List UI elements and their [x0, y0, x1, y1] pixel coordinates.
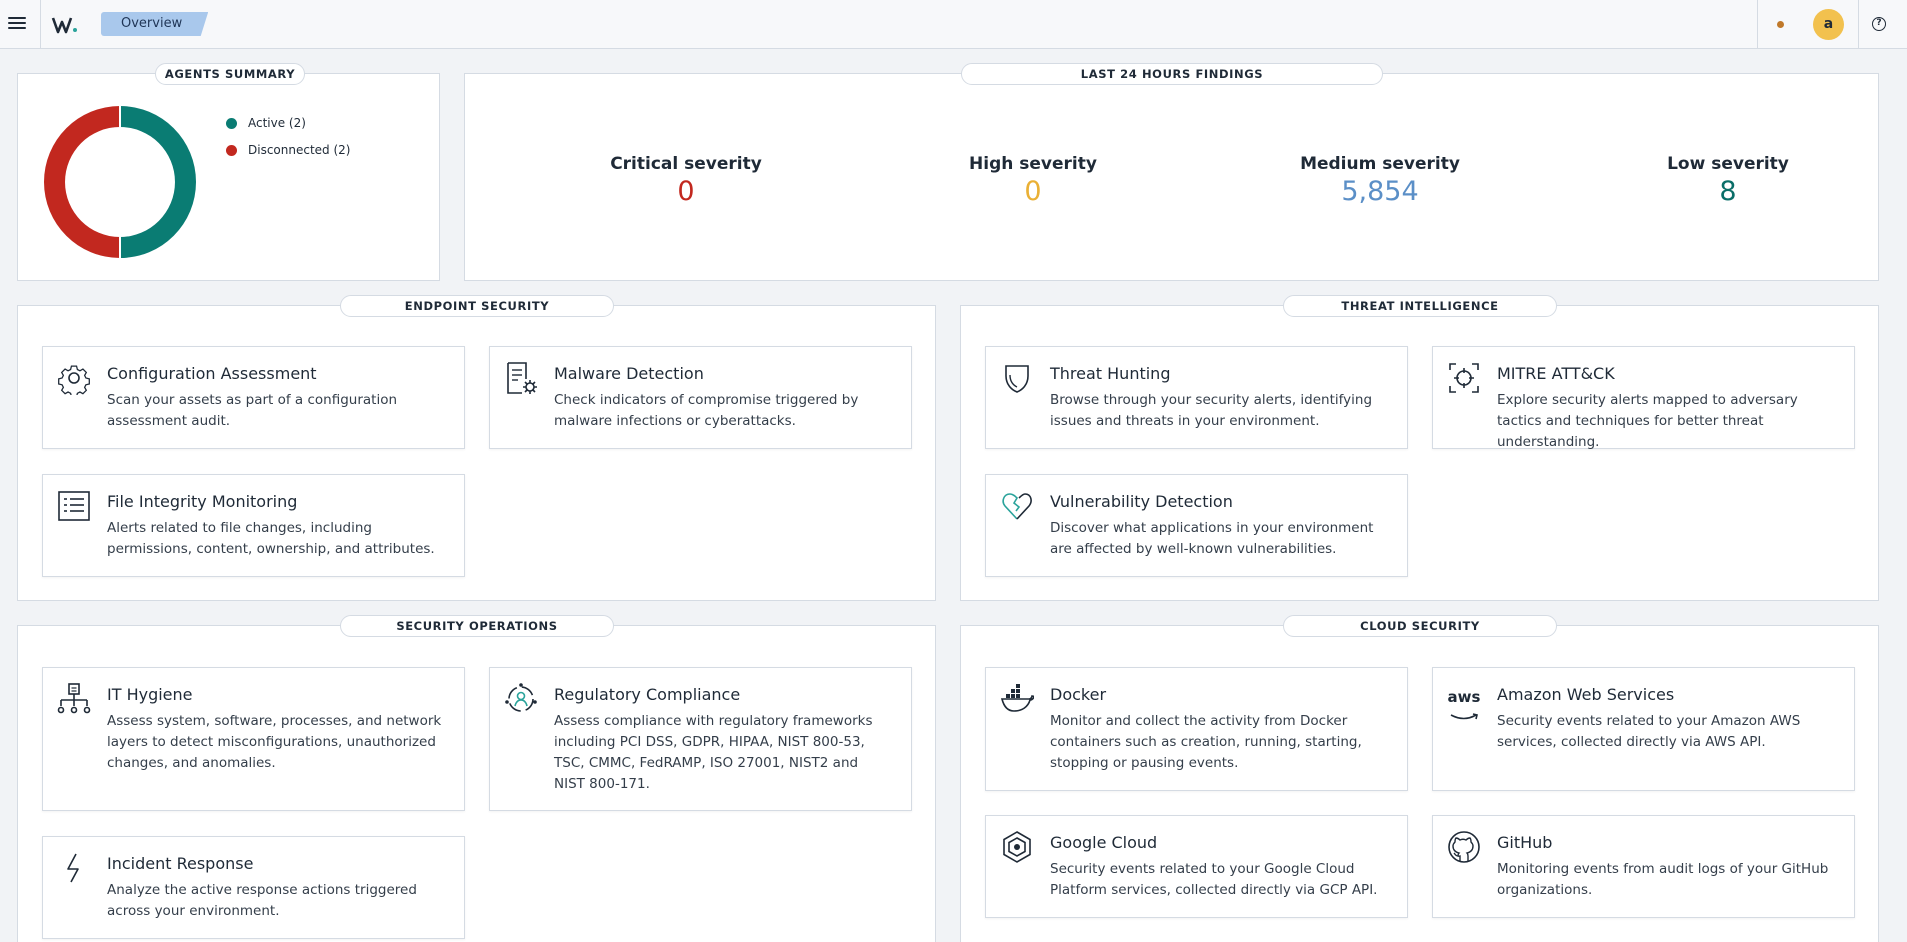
menu-icon[interactable] — [8, 14, 26, 32]
top-bar: Overview a ? — [0, 0, 1907, 49]
legend-item-active[interactable]: Active (2) — [226, 116, 350, 130]
card-incident-response[interactable]: Incident Response Analyze the active res… — [42, 836, 465, 939]
finding-high[interactable]: High severity 0 — [923, 154, 1143, 207]
card-description: Monitoring events from audit logs of you… — [1497, 861, 1829, 898]
broken-heart-icon — [1002, 493, 1032, 520]
security-operations-panel: SECURITY OPERATIONS IT Hygiene Assess sy… — [17, 615, 936, 942]
card-title: GitHub — [1497, 833, 1553, 852]
divider — [40, 0, 41, 49]
app-logo-icon[interactable] — [50, 12, 80, 38]
card-amazon-web-services[interactable]: aws Amazon Web Services Security events … — [1432, 667, 1855, 791]
legend-label: Active (2) — [248, 116, 306, 130]
legend-label: Disconnected (2) — [248, 143, 351, 157]
breadcrumb-overview[interactable]: Overview — [101, 12, 209, 36]
card-description: Browse through your security alerts, ide… — [1050, 392, 1373, 429]
document-gear-icon — [507, 362, 537, 394]
legend-dot — [226, 144, 237, 156]
card-description: Assess compliance with regulatory framew… — [554, 713, 873, 792]
panel-title: AGENTS SUMMARY — [155, 63, 305, 85]
card-description: Discover what applications in your envir… — [1050, 520, 1374, 557]
agents-summary-panel: AGENTS SUMMARY Active (2) Disconnected (… — [17, 63, 440, 281]
card-description: Explore security alerts mapped to advers… — [1497, 392, 1798, 450]
donut-segment-disconnected[interactable] — [44, 106, 120, 258]
card-file-integrity-monitoring[interactable]: File Integrity Monitoring Alerts related… — [42, 474, 465, 577]
cloud-security-panel: CLOUD SECURITY Docker Monitor and collec… — [960, 615, 1879, 942]
card-description: Alerts related to file changes, includin… — [107, 520, 435, 557]
card-vulnerability-detection[interactable]: Vulnerability Detection Discover what ap… — [985, 474, 1408, 577]
findings-panel: LAST 24 HOURS FINDINGS Critical severity… — [464, 63, 1879, 281]
card-description: Security events related to your Amazon A… — [1497, 713, 1801, 750]
panel-title: CLOUD SECURITY — [1283, 615, 1557, 637]
panel-title: THREAT INTELLIGENCE — [1283, 295, 1557, 317]
finding-label: Medium severity — [1300, 154, 1460, 174]
compliance-user-icon — [505, 683, 537, 712]
card-title: Google Cloud — [1050, 833, 1158, 852]
card-description: Analyze the active response actions trig… — [107, 882, 417, 919]
card-description: Security events related to your Google C… — [1050, 861, 1378, 898]
help-icon[interactable]: ? — [1872, 17, 1886, 31]
card-description: Assess system, software, processes, and … — [107, 713, 442, 771]
aws-logo-text: aws — [1447, 688, 1481, 706]
finding-low[interactable]: Low severity 8 — [1618, 154, 1838, 207]
github-icon — [1448, 831, 1480, 863]
card-title: Amazon Web Services — [1497, 685, 1675, 704]
agents-legend: Active (2) Disconnected (2) — [226, 116, 350, 170]
card-mitre-attack[interactable]: MITRE ATT&CK Explore security alerts map… — [1432, 346, 1855, 450]
shield-icon — [1005, 365, 1029, 393]
aws-smile-icon — [1450, 713, 1478, 720]
endpoint-security-panel: ENDPOINT SECURITY Configuration Assessme… — [17, 295, 936, 601]
divider — [1757, 0, 1758, 49]
finding-label: High severity — [969, 154, 1097, 174]
card-title: Docker — [1050, 685, 1107, 704]
list-document-icon — [58, 491, 90, 521]
gear-icon — [58, 365, 90, 395]
aws-icon: aws — [1447, 682, 1481, 720]
card-github[interactable]: GitHub Monitoring events from audit logs… — [1432, 815, 1855, 918]
legend-dot — [226, 117, 237, 129]
card-title: Configuration Assessment — [107, 364, 317, 383]
card-title: Incident Response — [107, 854, 254, 873]
finding-medium[interactable]: Medium severity 5,854 — [1270, 154, 1490, 207]
card-regulatory-compliance[interactable]: Regulatory Compliance Assess compliance … — [489, 667, 912, 811]
finding-value: 8 — [1719, 176, 1737, 207]
card-configuration-assessment[interactable]: Configuration Assessment Scan your asset… — [42, 346, 465, 449]
donut-segment-active[interactable] — [120, 106, 196, 258]
card-title: Malware Detection — [554, 364, 704, 383]
card-description: Scan your assets as part of a configurat… — [107, 392, 398, 429]
panel-title: ENDPOINT SECURITY — [340, 295, 614, 317]
hierarchy-icon — [57, 683, 91, 714]
card-title: Regulatory Compliance — [554, 685, 741, 704]
finding-critical[interactable]: Critical severity 0 — [576, 154, 796, 207]
finding-value: 0 — [1024, 176, 1042, 207]
divider — [1858, 0, 1859, 49]
crosshair-icon — [1449, 363, 1479, 393]
card-google-cloud[interactable]: Google Cloud Security events related to … — [985, 815, 1408, 918]
card-title: IT Hygiene — [107, 685, 193, 704]
finding-label: Low severity — [1667, 154, 1789, 174]
finding-value: 5,854 — [1341, 176, 1419, 207]
card-description: Monitor and collect the activity from Do… — [1050, 713, 1362, 771]
user-avatar[interactable]: a — [1813, 9, 1844, 40]
threat-intelligence-panel: THREAT INTELLIGENCE Threat Hunting Brows… — [960, 295, 1879, 601]
card-docker[interactable]: Docker Monitor and collect the activity … — [985, 667, 1408, 791]
google-cloud-icon — [1003, 831, 1031, 863]
card-title: Threat Hunting — [1050, 364, 1171, 383]
card-title: MITRE ATT&CK — [1497, 364, 1615, 383]
lightning-icon — [67, 853, 79, 883]
card-title: Vulnerability Detection — [1050, 492, 1233, 511]
card-description: Check indicators of compromise triggered… — [554, 392, 859, 429]
agents-donut-chart — [44, 106, 196, 258]
notification-dot-icon[interactable] — [1777, 21, 1784, 28]
card-threat-hunting[interactable]: Threat Hunting Browse through your secur… — [985, 346, 1408, 449]
panel-title: SECURITY OPERATIONS — [340, 615, 614, 637]
legend-item-disconnected[interactable]: Disconnected (2) — [226, 143, 350, 157]
panel-title: LAST 24 HOURS FINDINGS — [961, 63, 1383, 85]
finding-label: Critical severity — [610, 154, 762, 174]
docker-icon — [1000, 684, 1034, 712]
card-title: File Integrity Monitoring — [107, 492, 298, 511]
card-malware-detection[interactable]: Malware Detection Check indicators of co… — [489, 346, 912, 449]
card-it-hygiene[interactable]: IT Hygiene Assess system, software, proc… — [42, 667, 465, 811]
finding-value: 0 — [677, 176, 695, 207]
